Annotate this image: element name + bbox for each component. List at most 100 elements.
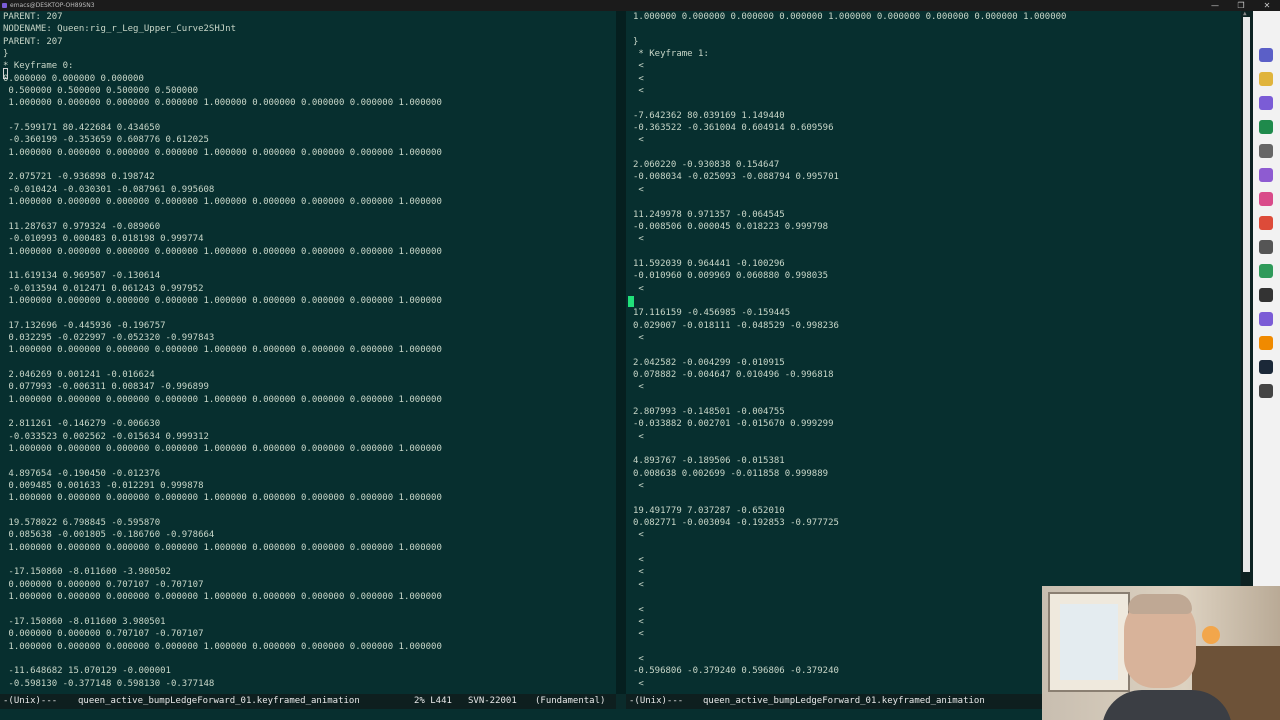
left-pane-line[interactable]: 17.132696 -0.445936 -0.196757 [3,320,442,332]
left-pane-line[interactable]: 1.000000 0.000000 0.000000 0.000000 1.00… [3,344,442,356]
right-pane-line[interactable]: 2.042582 -0.004299 -0.010915 [633,357,1066,369]
left-pane-line[interactable]: 1.000000 0.000000 0.000000 0.000000 1.00… [3,246,442,258]
right-pane-line[interactable]: -0.008506 0.000045 0.018223 0.999798 [633,221,1066,233]
left-pane-line[interactable] [3,307,442,319]
left-pane-line[interactable]: 0.077993 -0.006311 0.008347 -0.996899 [3,381,442,393]
mode-line-buffer-name[interactable]: queen_active_bumpLedgeForward_01.keyfram… [703,694,985,709]
right-pane-line[interactable] [633,542,1066,554]
left-pane-line[interactable] [3,604,442,616]
left-pane-line[interactable]: 1.000000 0.000000 0.000000 0.000000 1.00… [3,295,442,307]
left-pane-line[interactable]: NODENAME: Queen:rig_r_Leg_Upper_Curve2SH… [3,23,442,35]
right-pane-line[interactable]: < [633,283,1066,295]
right-pane-line[interactable]: -0.010960 0.009969 0.060880 0.998035 [633,270,1066,282]
mode-line-buffer-name[interactable]: queen_active_bumpLedgeForward_01.keyfram… [78,694,360,709]
left-editor-pane[interactable]: PARENT: 207 NODENAME: Queen:rig_r_Leg_Upp… [0,11,616,694]
right-pane-line[interactable]: < [633,529,1066,541]
left-pane-line[interactable]: -11.648682 15.070129 -0.000001 [3,665,442,677]
right-pane-line[interactable]: 1.000000 0.000000 0.000000 0.000000 1.00… [633,11,1066,23]
right-pane-line[interactable]: < [633,604,1066,616]
right-pane-line[interactable]: < [633,579,1066,591]
maximize-icon[interactable]: ❐ [1228,0,1254,11]
left-pane-line[interactable]: * Keyframe 0: [3,60,442,72]
left-pane-line[interactable] [3,209,442,221]
right-pane-line[interactable] [633,394,1066,406]
right-pane-line[interactable] [633,23,1066,35]
left-pane-line[interactable]: 1.000000 0.000000 0.000000 0.000000 1.00… [3,542,442,554]
right-pane-line[interactable]: < [633,431,1066,443]
left-pane-line[interactable]: -17.150860 -8.011600 3.980501 [3,616,442,628]
right-pane-line[interactable] [633,295,1066,307]
right-pane-line[interactable] [633,97,1066,109]
window-divider[interactable] [616,11,626,694]
left-pane-line[interactable]: 2.075721 -0.936898 0.198742 [3,171,442,183]
left-pane-line[interactable]: 1.000000 0.000000 0.000000 0.000000 1.00… [3,196,442,208]
left-pane-line[interactable]: 11.287637 0.979324 -0.089060 [3,221,442,233]
excel-icon[interactable] [1259,120,1273,134]
left-pane-line[interactable] [3,258,442,270]
visual-studio-icon[interactable] [1259,168,1273,182]
right-pane-line[interactable]: 2.060220 -0.930838 0.154647 [633,159,1066,171]
right-pane-line[interactable]: < [633,554,1066,566]
right-pane-line[interactable]: 17.116159 -0.456985 -0.159445 [633,307,1066,319]
left-pane-line[interactable]: 2.811261 -0.146279 -0.006630 [3,418,442,430]
vertical-scrollbar[interactable]: ▲ [1241,11,1253,586]
right-pane-line[interactable]: 19.491779 7.037287 -0.652010 [633,505,1066,517]
emacs-icon[interactable] [1259,96,1273,110]
right-pane-line[interactable]: < [633,480,1066,492]
right-pane-line[interactable]: 0.008638 0.002699 -0.011858 0.999889 [633,468,1066,480]
left-pane-line[interactable]: 0.500000 0.500000 0.500000 0.500000 [3,85,442,97]
left-pane-line[interactable]: -7.599171 80.422684 0.434650 [3,122,442,134]
right-pane-line[interactable]: -0.008034 -0.025093 -0.088794 0.995701 [633,171,1066,183]
left-pane-line[interactable]: 1.000000 0.000000 0.000000 0.000000 1.00… [3,591,442,603]
left-pane-line[interactable]: 4.897654 -0.190450 -0.012376 [3,468,442,480]
left-pane-line[interactable]: -0.360199 -0.353659 0.608776 0.612025 [3,134,442,146]
right-pane-line[interactable]: } [633,36,1066,48]
right-pane-line[interactable]: < [633,73,1066,85]
vlc-icon[interactable] [1259,336,1273,350]
right-pane-line[interactable]: 2.807993 -0.148501 -0.004755 [633,406,1066,418]
left-pane-line[interactable]: } [3,48,442,60]
left-pane-line[interactable]: PARENT: 207 [3,36,442,48]
terminal-icon[interactable] [1259,264,1273,278]
left-pane-line[interactable]: -17.150860 -8.011600 -3.980502 [3,566,442,578]
left-pane-line[interactable]: 1.000000 0.000000 0.000000 0.000000 1.00… [3,492,442,504]
left-pane-line[interactable]: -0.010424 -0.030301 -0.087961 0.995608 [3,184,442,196]
left-pane-line[interactable] [3,357,442,369]
right-pane-line[interactable] [633,147,1066,159]
right-buffer-text[interactable]: 1.000000 0.000000 0.000000 0.000000 1.00… [633,11,1066,690]
scrollbar-thumb[interactable] [1243,17,1250,572]
right-pane-line[interactable]: 11.592039 0.964441 -0.100296 [633,258,1066,270]
left-pane-line[interactable] [3,159,442,171]
right-pane-line[interactable]: < [633,233,1066,245]
right-pane-line[interactable]: < [633,653,1066,665]
left-pane-line[interactable] [3,554,442,566]
right-pane-line[interactable]: * Keyframe 1: [633,48,1066,60]
left-pane-line[interactable]: 0.000000 0.000000 0.707107 -0.707107 [3,628,442,640]
right-pane-line[interactable] [633,344,1066,356]
chrome-icon[interactable] [1259,216,1273,230]
left-buffer-text[interactable]: PARENT: 207 NODENAME: Queen:rig_r_Leg_Upp… [3,11,442,690]
left-pane-line[interactable]: 1.000000 0.000000 0.000000 0.000000 1.00… [3,394,442,406]
right-pane-line[interactable]: < [633,332,1066,344]
left-pane-line[interactable] [3,406,442,418]
steam-icon[interactable] [1259,360,1273,374]
teams-icon[interactable] [1259,48,1273,62]
right-pane-line[interactable]: < [633,678,1066,690]
right-pane-line[interactable]: < [633,566,1066,578]
mode-line-vcs[interactable]: SVN-22001 [468,694,517,709]
left-pane-line[interactable]: 0.032295 -0.022997 -0.052320 -0.997843 [3,332,442,344]
left-pane-line[interactable]: 0.000000 0.000000 0.707107 -0.707107 [3,579,442,591]
right-pane-line[interactable]: -0.596806 -0.379240 0.596806 -0.379240 [633,665,1066,677]
left-pane-line[interactable] [3,455,442,467]
right-pane-line[interactable] [633,591,1066,603]
close-icon[interactable]: ✕ [1254,0,1280,11]
right-pane-line[interactable]: 0.078882 -0.004647 0.010496 -0.996818 [633,369,1066,381]
right-pane-line[interactable] [633,641,1066,653]
left-pane-line[interactable] [3,110,442,122]
left-pane-line[interactable]: 0.000000 0.000000 0.000000 [3,73,442,85]
clock-icon[interactable] [1259,144,1273,158]
emacs2-icon[interactable] [1259,312,1273,326]
right-pane-line[interactable]: < [633,85,1066,97]
right-pane-line[interactable]: < [633,60,1066,72]
right-pane-line[interactable]: < [633,184,1066,196]
